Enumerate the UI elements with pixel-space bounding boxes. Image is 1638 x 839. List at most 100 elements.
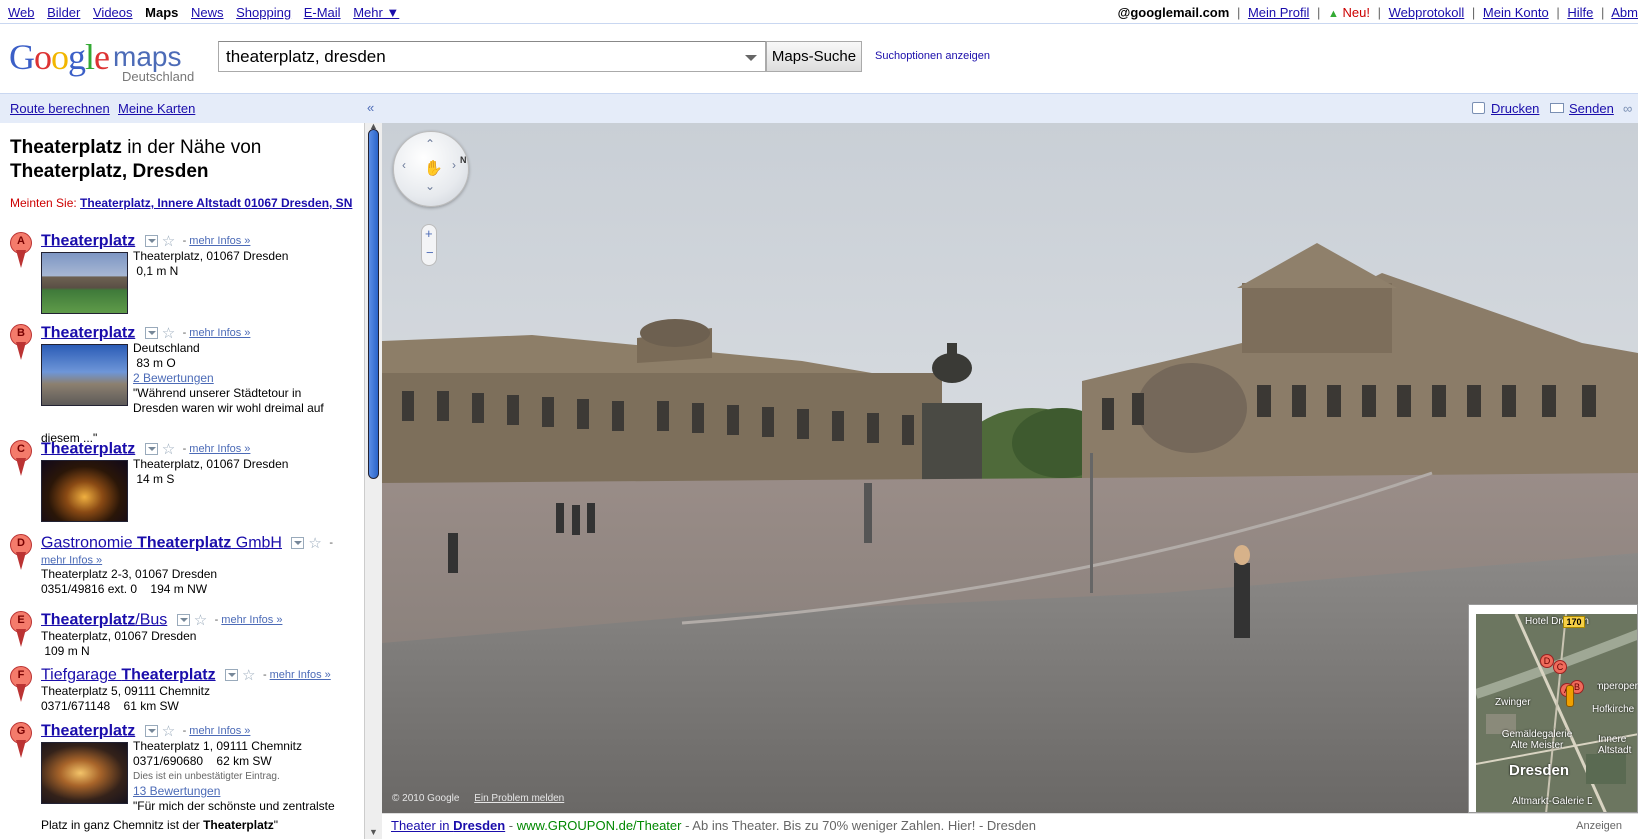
report-problem-link[interactable]: Ein Problem melden xyxy=(474,793,564,804)
new-label[interactable]: Neu! xyxy=(1343,5,1370,20)
reviews-link[interactable]: 13 Bewertungen xyxy=(133,784,335,799)
search-options-link[interactable]: Suchoptionen anzeigen xyxy=(875,50,990,62)
more-info-link[interactable]: mehr Infos » xyxy=(41,554,102,566)
star-icon[interactable]: ☆ xyxy=(242,666,255,684)
pan-up-arrow-icon[interactable]: ⌃ xyxy=(425,137,435,151)
dropdown-icon[interactable] xyxy=(144,725,158,737)
result-title-link[interactable]: Theaterplatz xyxy=(41,324,135,341)
envelope-icon[interactable] xyxy=(1550,103,1564,113)
pan-left-arrow-icon[interactable]: ‹ xyxy=(402,158,406,172)
map-city-label: Dresden xyxy=(1509,762,1570,779)
map-marker-b-icon[interactable]: B xyxy=(10,324,32,360)
more-info-link[interactable]: mehr Infos » xyxy=(189,235,250,247)
more-info-link[interactable]: mehr Infos » xyxy=(270,669,331,681)
mini-map-marker[interactable]: D xyxy=(1540,654,1554,668)
map-label: Zwinger xyxy=(1495,697,1531,708)
reviews-link[interactable]: 2 Bewertungen xyxy=(133,371,324,386)
dropdown-icon[interactable] xyxy=(144,443,158,455)
map-marker-c-icon[interactable]: C xyxy=(10,440,32,476)
map-label: Semperoper xyxy=(1597,681,1638,692)
did-you-mean-link[interactable]: Theaterplatz, Innere Altstadt 01067 Dres… xyxy=(80,196,352,210)
chain-link-icon[interactable]: ∞ xyxy=(1623,101,1632,116)
webprotokoll-link[interactable]: Webprotokoll xyxy=(1389,5,1465,20)
star-icon[interactable]: ☆ xyxy=(162,722,175,740)
logo-maps: maps xyxy=(113,41,182,72)
star-icon[interactable]: ☆ xyxy=(194,611,207,629)
map-marker-d-icon[interactable]: D xyxy=(10,534,32,570)
result-thumbnail[interactable] xyxy=(41,252,128,314)
more-info-link[interactable]: mehr Infos » xyxy=(221,614,282,626)
results-heading: Theaterplatz in der Nähe von Theaterplat… xyxy=(10,137,262,182)
route-link[interactable]: Route berechnen xyxy=(10,101,110,116)
nav-web[interactable]: Web xyxy=(8,5,35,20)
top-bar: Web Bilder Videos Maps News Shopping E-M… xyxy=(0,0,1638,24)
logo-country: Deutschland xyxy=(122,69,195,84)
pan-right-arrow-icon[interactable]: › xyxy=(452,158,456,172)
ad-url[interactable]: www.GROUPON.de/Theater xyxy=(517,818,682,833)
dropdown-icon[interactable] xyxy=(144,327,158,339)
results-scrollbar[interactable]: ▲ ▼ xyxy=(364,121,382,839)
nav-maps: Maps xyxy=(145,5,179,20)
dropdown-icon[interactable] xyxy=(176,614,190,626)
logout-link[interactable]: Abm xyxy=(1611,5,1638,20)
more-info-link[interactable]: mehr Infos » xyxy=(189,327,250,339)
result-title-link[interactable]: Tiefgarage Theaterplatz xyxy=(41,666,216,683)
google-maps-logo[interactable]: Google maps Deutschland xyxy=(9,36,199,84)
street-view-panorama[interactable] xyxy=(382,123,1638,813)
printer-icon[interactable] xyxy=(1472,102,1485,114)
map-marker-g-icon[interactable]: G xyxy=(10,722,32,758)
more-info-link[interactable]: mehr Infos » xyxy=(189,443,250,455)
ad-link[interactable]: Theater in Dresden xyxy=(391,818,505,833)
scroll-down-arrow-icon[interactable]: ▼ xyxy=(369,827,378,837)
star-icon[interactable]: ☆ xyxy=(162,440,175,458)
labs-flask-icon: ▲ xyxy=(1328,8,1339,20)
compass-north-label: N xyxy=(460,155,467,165)
map-label: Hofkirche xyxy=(1592,704,1635,715)
pan-control[interactable]: ⌃ ‹ › ⌄ ✋ xyxy=(393,131,469,207)
results-panel: Theaterplatz in der Nähe von Theaterplat… xyxy=(0,123,364,839)
result-thumbnail[interactable] xyxy=(41,742,128,804)
pegman-icon[interactable] xyxy=(1566,685,1574,707)
nav-bilder[interactable]: Bilder xyxy=(47,5,80,20)
send-link[interactable]: Senden xyxy=(1569,101,1614,116)
street-view-image xyxy=(382,123,1638,813)
nav-email[interactable]: E-Mail xyxy=(304,5,341,20)
result-title-link[interactable]: Theaterplatz/Bus xyxy=(41,611,167,628)
dropdown-icon[interactable] xyxy=(225,669,239,681)
result-title-link[interactable]: Theaterplatz xyxy=(41,232,135,249)
mini-map-marker[interactable]: C xyxy=(1553,660,1567,674)
map-marker-a-icon[interactable]: A xyxy=(10,232,32,268)
profile-link[interactable]: Mein Profil xyxy=(1248,5,1309,20)
star-icon[interactable]: ☆ xyxy=(308,534,321,552)
pan-down-arrow-icon[interactable]: ⌄ xyxy=(425,179,435,193)
result-title-link[interactable]: Theaterplatz xyxy=(41,722,135,739)
result-title-link[interactable]: Theaterplatz xyxy=(41,440,135,457)
map-marker-f-icon[interactable]: F xyxy=(10,666,32,702)
result-thumbnail[interactable] xyxy=(41,460,128,522)
search-history-dropdown-icon[interactable] xyxy=(745,55,757,61)
help-link[interactable]: Hilfe xyxy=(1567,5,1593,20)
zoom-out-icon[interactable]: − xyxy=(426,245,434,260)
maps-search-button[interactable]: Maps-Suche xyxy=(766,41,862,72)
dropdown-icon[interactable] xyxy=(144,235,158,247)
zoom-in-icon[interactable]: + xyxy=(425,226,433,241)
nav-shopping[interactable]: Shopping xyxy=(236,5,291,20)
result-thumbnail[interactable] xyxy=(41,344,128,406)
map-marker-e-icon[interactable]: E xyxy=(10,611,32,647)
my-maps-link[interactable]: Meine Karten xyxy=(118,101,195,116)
nav-news[interactable]: News xyxy=(191,5,224,20)
nav-videos[interactable]: Videos xyxy=(93,5,133,20)
nav-mehr[interactable]: Mehr ▼ xyxy=(353,5,399,20)
collapse-panel-icon[interactable]: « xyxy=(367,100,374,115)
account-link[interactable]: Mein Konto xyxy=(1483,5,1549,20)
result-title-link[interactable]: Gastronomie Theaterplatz GmbH xyxy=(41,534,282,551)
road-shield: 170 xyxy=(1563,616,1585,628)
more-info-link[interactable]: mehr Infos » xyxy=(189,725,250,737)
dropdown-icon[interactable] xyxy=(291,537,305,549)
star-icon[interactable]: ☆ xyxy=(162,232,175,250)
star-icon[interactable]: ☆ xyxy=(162,324,175,342)
print-link[interactable]: Drucken xyxy=(1491,101,1539,116)
scrollbar-thumb[interactable] xyxy=(368,129,379,479)
search-input[interactable] xyxy=(219,42,739,71)
show-ads-link[interactable]: Anzeigen xyxy=(1576,814,1622,838)
